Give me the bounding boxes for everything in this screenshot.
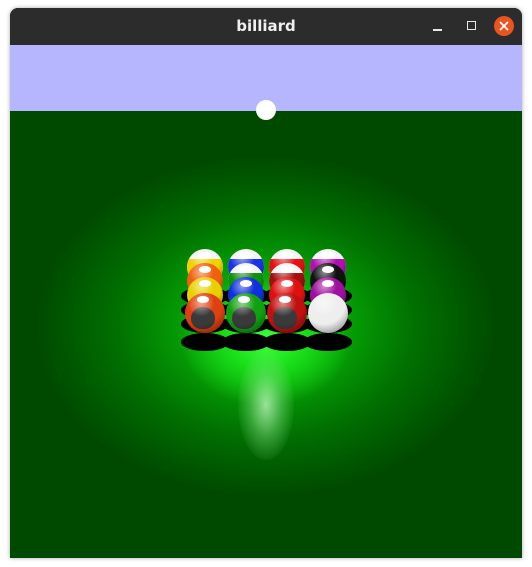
pool-table-felt	[10, 111, 522, 558]
light-reflection	[238, 350, 294, 460]
cue-ball	[308, 293, 348, 333]
billiard-ball	[226, 293, 266, 333]
minimize-button[interactable]	[428, 16, 448, 36]
billiard-ball	[267, 293, 307, 333]
minimize-icon	[433, 29, 442, 31]
billiard-ball	[185, 293, 225, 333]
3d-viewport[interactable]	[10, 45, 522, 558]
maximize-icon	[467, 21, 476, 30]
ball-shadow	[304, 333, 352, 351]
title-bar[interactable]: billiard	[10, 8, 522, 45]
close-button[interactable]	[494, 16, 514, 36]
app-window: billiard	[10, 8, 522, 558]
light-source	[256, 100, 276, 120]
close-icon	[499, 21, 509, 31]
maximize-button[interactable]	[462, 16, 482, 36]
